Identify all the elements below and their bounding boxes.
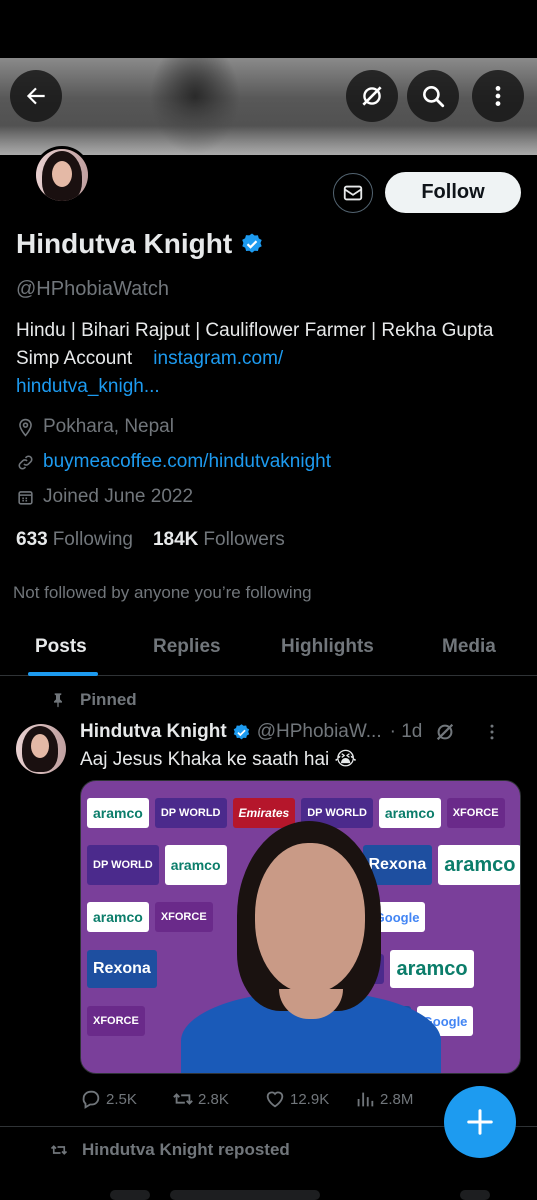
follow-counts: 633 Following 184K Followers bbox=[16, 529, 285, 551]
repost-icon bbox=[173, 1093, 193, 1105]
grok-icon bbox=[362, 86, 382, 106]
display-name-text: Hindutva Knight bbox=[16, 228, 233, 259]
envelope-icon bbox=[343, 185, 363, 201]
post-author-handle[interactable]: @HPhobiaW... bbox=[257, 721, 382, 743]
repost-notice: Hindutva Knight reposted bbox=[50, 1140, 290, 1160]
tab-media[interactable]: Media bbox=[442, 636, 496, 658]
post-time[interactable]: · 1d bbox=[390, 721, 423, 743]
profile-tabs: Posts Replies Highlights Media bbox=[0, 620, 537, 676]
calendar-icon bbox=[18, 490, 33, 505]
pin-icon bbox=[54, 693, 62, 708]
post-author-avatar[interactable] bbox=[16, 724, 66, 774]
heart-icon bbox=[266, 1091, 284, 1108]
more-vertical-icon[interactable] bbox=[482, 722, 502, 742]
more-options-button[interactable] bbox=[472, 70, 524, 122]
views-chart-icon bbox=[357, 1092, 374, 1107]
profile-handle: @HPhobiaWatch bbox=[16, 278, 169, 300]
profile-bio: Hindu | Bihari Rajput | Cauliflower Farm… bbox=[16, 317, 521, 401]
like-button[interactable]: 12.9K bbox=[264, 1088, 354, 1110]
active-tab-indicator bbox=[28, 672, 98, 676]
profile-avatar[interactable] bbox=[33, 146, 91, 204]
post-author-name[interactable]: Hindutva Knight bbox=[80, 721, 227, 743]
tab-replies[interactable]: Replies bbox=[153, 636, 221, 658]
post-text: Aaj Jesus Khaka ke saath hai 😭 bbox=[80, 749, 357, 770]
next-post-preview bbox=[80, 1176, 520, 1200]
location-text: Pokhara, Nepal bbox=[43, 416, 174, 437]
person-figure bbox=[181, 821, 441, 1073]
website-link[interactable]: buymeacoffee.com/hindutvaknight bbox=[43, 451, 331, 473]
views-button[interactable]: 2.8M bbox=[354, 1088, 444, 1110]
repost-icon bbox=[50, 1145, 68, 1155]
followers-count[interactable]: 184K Followers bbox=[153, 529, 285, 551]
tab-posts[interactable]: Posts bbox=[35, 636, 87, 658]
location-row: Pokhara, Nepal bbox=[16, 416, 174, 438]
tab-highlights[interactable]: Highlights bbox=[281, 636, 374, 658]
reply-button[interactable]: 2.5K bbox=[80, 1088, 172, 1110]
pinned-label: Pinned bbox=[50, 690, 137, 710]
follow-button[interactable]: Follow bbox=[385, 172, 521, 213]
joined-text: Joined June 2022 bbox=[43, 486, 194, 507]
joined-row: Joined June 2022 bbox=[16, 486, 193, 508]
message-button[interactable] bbox=[333, 173, 373, 213]
post-header: Hindutva Knight @HPhobiaW... · 1d bbox=[80, 721, 520, 743]
post-media-image[interactable]: aramco DP WORLD Emirates DP WORLD aramco… bbox=[80, 780, 521, 1074]
grok-button[interactable] bbox=[346, 70, 398, 122]
search-icon bbox=[423, 86, 445, 108]
verified-badge-icon bbox=[233, 723, 249, 739]
location-pin-icon bbox=[19, 418, 32, 437]
search-button[interactable] bbox=[407, 70, 459, 122]
link-icon bbox=[18, 454, 33, 470]
not-followed-notice: Not followed by anyone you’re following bbox=[13, 583, 312, 602]
plus-icon bbox=[467, 1109, 493, 1135]
repost-button[interactable]: 2.8K bbox=[172, 1088, 264, 1110]
back-button[interactable] bbox=[10, 70, 62, 122]
profile-display-name: Hindutva Knight bbox=[16, 228, 264, 260]
following-count[interactable]: 633 Following bbox=[16, 529, 133, 551]
grok-icon[interactable] bbox=[434, 721, 456, 743]
compose-post-button[interactable] bbox=[444, 1086, 516, 1158]
more-vertical-icon bbox=[495, 86, 501, 106]
verified-badge-icon[interactable] bbox=[240, 232, 264, 256]
reply-icon bbox=[82, 1090, 100, 1109]
status-bar bbox=[0, 0, 537, 58]
website-row: buymeacoffee.com/hindutvaknight bbox=[16, 451, 331, 473]
arrow-left-icon bbox=[26, 87, 45, 105]
